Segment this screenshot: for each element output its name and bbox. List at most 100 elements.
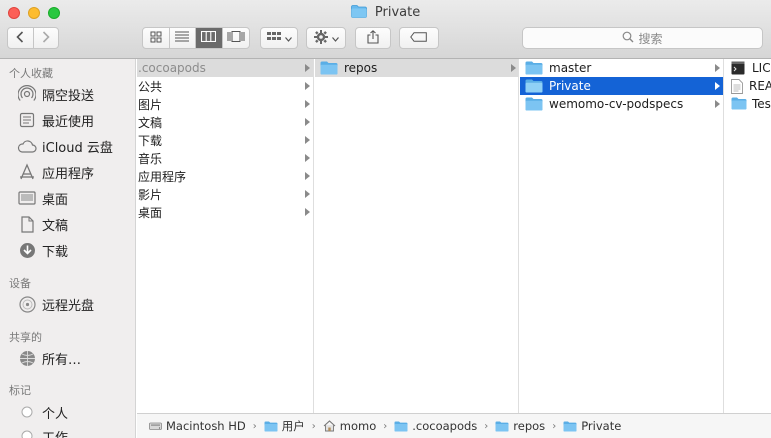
column-row[interactable]: 文稿 (137, 113, 313, 131)
disclosure-arrow-icon (715, 64, 720, 72)
column-row[interactable]: 音乐 (137, 149, 313, 167)
sidebar-item-airdrop[interactable]: 隔空投送 (17, 84, 94, 104)
path-separator-icon: › (383, 420, 388, 432)
hard-drive-icon (149, 420, 162, 432)
list-view-button[interactable] (170, 28, 196, 48)
sidebar-item-tag-personal[interactable]: 个人 (17, 402, 68, 422)
column-row[interactable]: Tes (725, 95, 771, 113)
path-crumb-users[interactable]: 用户 › (264, 418, 323, 434)
column-row[interactable]: LIC (725, 59, 771, 77)
search-field[interactable]: 搜索 (522, 27, 763, 49)
row-label: master (549, 61, 592, 75)
disclosure-arrow-icon (305, 118, 310, 126)
home-icon (323, 420, 336, 432)
column-view-icon (201, 30, 217, 45)
row-label: .cocoapods (138, 61, 206, 75)
disclosure-arrow-icon (305, 82, 310, 90)
disclosure-arrow-icon (305, 190, 310, 198)
gallery-view-button[interactable] (223, 28, 249, 48)
group-grid-icon (266, 31, 282, 45)
column-row[interactable]: 影片 (137, 185, 313, 203)
chevron-left-icon (16, 30, 24, 46)
folder-icon (525, 79, 543, 93)
column-row[interactable]: 应用程序 (137, 167, 313, 185)
disclosure-arrow-icon (305, 208, 310, 216)
sidebar-item-recents[interactable]: 最近使用 (17, 110, 94, 130)
row-label: 公共 (138, 79, 163, 94)
column-row[interactable]: master (520, 59, 723, 77)
airdrop-icon (17, 85, 37, 103)
disclosure-arrow-icon (305, 100, 310, 108)
sidebar-item-downloads[interactable]: 下载 (17, 240, 68, 260)
nav-back-forward (7, 27, 59, 49)
gear-icon (313, 29, 328, 47)
share-icon (367, 29, 379, 47)
column-home: .cocoapods 公共 图片 文稿 下载 音乐 应用程序 影片 桌面 (137, 59, 314, 413)
path-crumb-repos[interactable]: repos › (495, 419, 563, 433)
row-label: 文稿 (138, 115, 163, 130)
folder-icon (320, 61, 338, 75)
path-separator-icon: › (552, 420, 557, 432)
sidebar-item-desktop[interactable]: 桌面 (17, 188, 68, 208)
column-view-button[interactable] (196, 28, 223, 48)
path-crumb-macintosh-hd[interactable]: Macintosh HD › (149, 419, 264, 433)
column-row[interactable]: 桌面 (137, 203, 313, 221)
crumb-label: repos (513, 419, 546, 433)
disclosure-arrow-icon (305, 154, 310, 162)
column-row[interactable]: .cocoapods (137, 59, 313, 77)
sidebar-item-tag-work[interactable]: 工作 (17, 426, 68, 438)
chevron-right-icon (42, 30, 50, 46)
path-separator-icon: › (252, 420, 257, 432)
sidebar-item-documents[interactable]: 文稿 (17, 214, 68, 234)
recents-icon (17, 111, 37, 129)
path-crumb-home[interactable]: momo › (323, 419, 394, 433)
column-row[interactable]: 公共 (137, 77, 313, 95)
disclosure-arrow-icon (305, 172, 310, 180)
window-toolbar: Private 搜索 (0, 0, 771, 59)
edit-tags-button[interactable] (399, 27, 439, 49)
column-repos: master Private wemomo-cv-podspecs (520, 59, 724, 413)
column-row[interactable]: repos (315, 59, 518, 77)
folder-icon (525, 97, 543, 111)
share-button[interactable] (355, 27, 391, 49)
path-crumb-private[interactable]: Private (563, 419, 621, 433)
column-row[interactable]: wemomo-cv-podspecs (520, 95, 723, 113)
sidebar-section-favorites: 个人收藏 (9, 67, 53, 80)
row-label: Tes (752, 97, 771, 111)
forward-button[interactable] (34, 28, 59, 48)
crumb-label: Private (581, 419, 622, 433)
coverflow-view-icon (227, 31, 245, 45)
sidebar-section-tags: 标记 (9, 384, 31, 397)
sidebar-item-all-shared[interactable]: 所有… (17, 348, 81, 368)
column-row-selected[interactable]: Private (520, 77, 723, 95)
window-title: Private (0, 5, 771, 22)
sidebar-item-label: 隔空投送 (42, 88, 95, 104)
sidebar-item-applications[interactable]: 应用程序 (17, 162, 94, 182)
sidebar-item-label: 远程光盘 (42, 298, 95, 314)
back-button[interactable] (8, 28, 34, 48)
row-label: REA (749, 79, 771, 93)
row-label: 桌面 (138, 205, 163, 220)
folder-icon (495, 421, 509, 432)
path-crumb-cocoapods[interactable]: .cocoapods › (394, 419, 495, 433)
sidebar-item-label: 工作 (42, 430, 69, 438)
sidebar-item-remote-disc[interactable]: 远程光盘 (17, 294, 94, 314)
tag-circle-icon (17, 403, 37, 421)
sidebar-item-label: 桌面 (42, 192, 69, 208)
group-by-button[interactable] (260, 27, 298, 49)
chevron-down-icon (331, 31, 339, 45)
column-row[interactable]: REA (725, 77, 771, 95)
action-menu-button[interactable] (306, 27, 346, 49)
terminal-file-icon (731, 61, 746, 75)
window-title-label: Private (374, 5, 421, 20)
sidebar-section-shared: 共享的 (9, 331, 42, 344)
disc-icon (17, 295, 37, 313)
sidebar-item-label: 文稿 (42, 218, 69, 234)
column-row[interactable]: 下载 (137, 131, 313, 149)
sidebar-item-label: 个人 (42, 406, 69, 422)
row-label: Private (549, 79, 591, 93)
disclosure-arrow-icon (305, 136, 310, 144)
icon-view-button[interactable] (143, 28, 170, 48)
column-row[interactable]: 图片 (137, 95, 313, 113)
sidebar-item-icloud[interactable]: iCloud 云盘 (17, 136, 113, 156)
